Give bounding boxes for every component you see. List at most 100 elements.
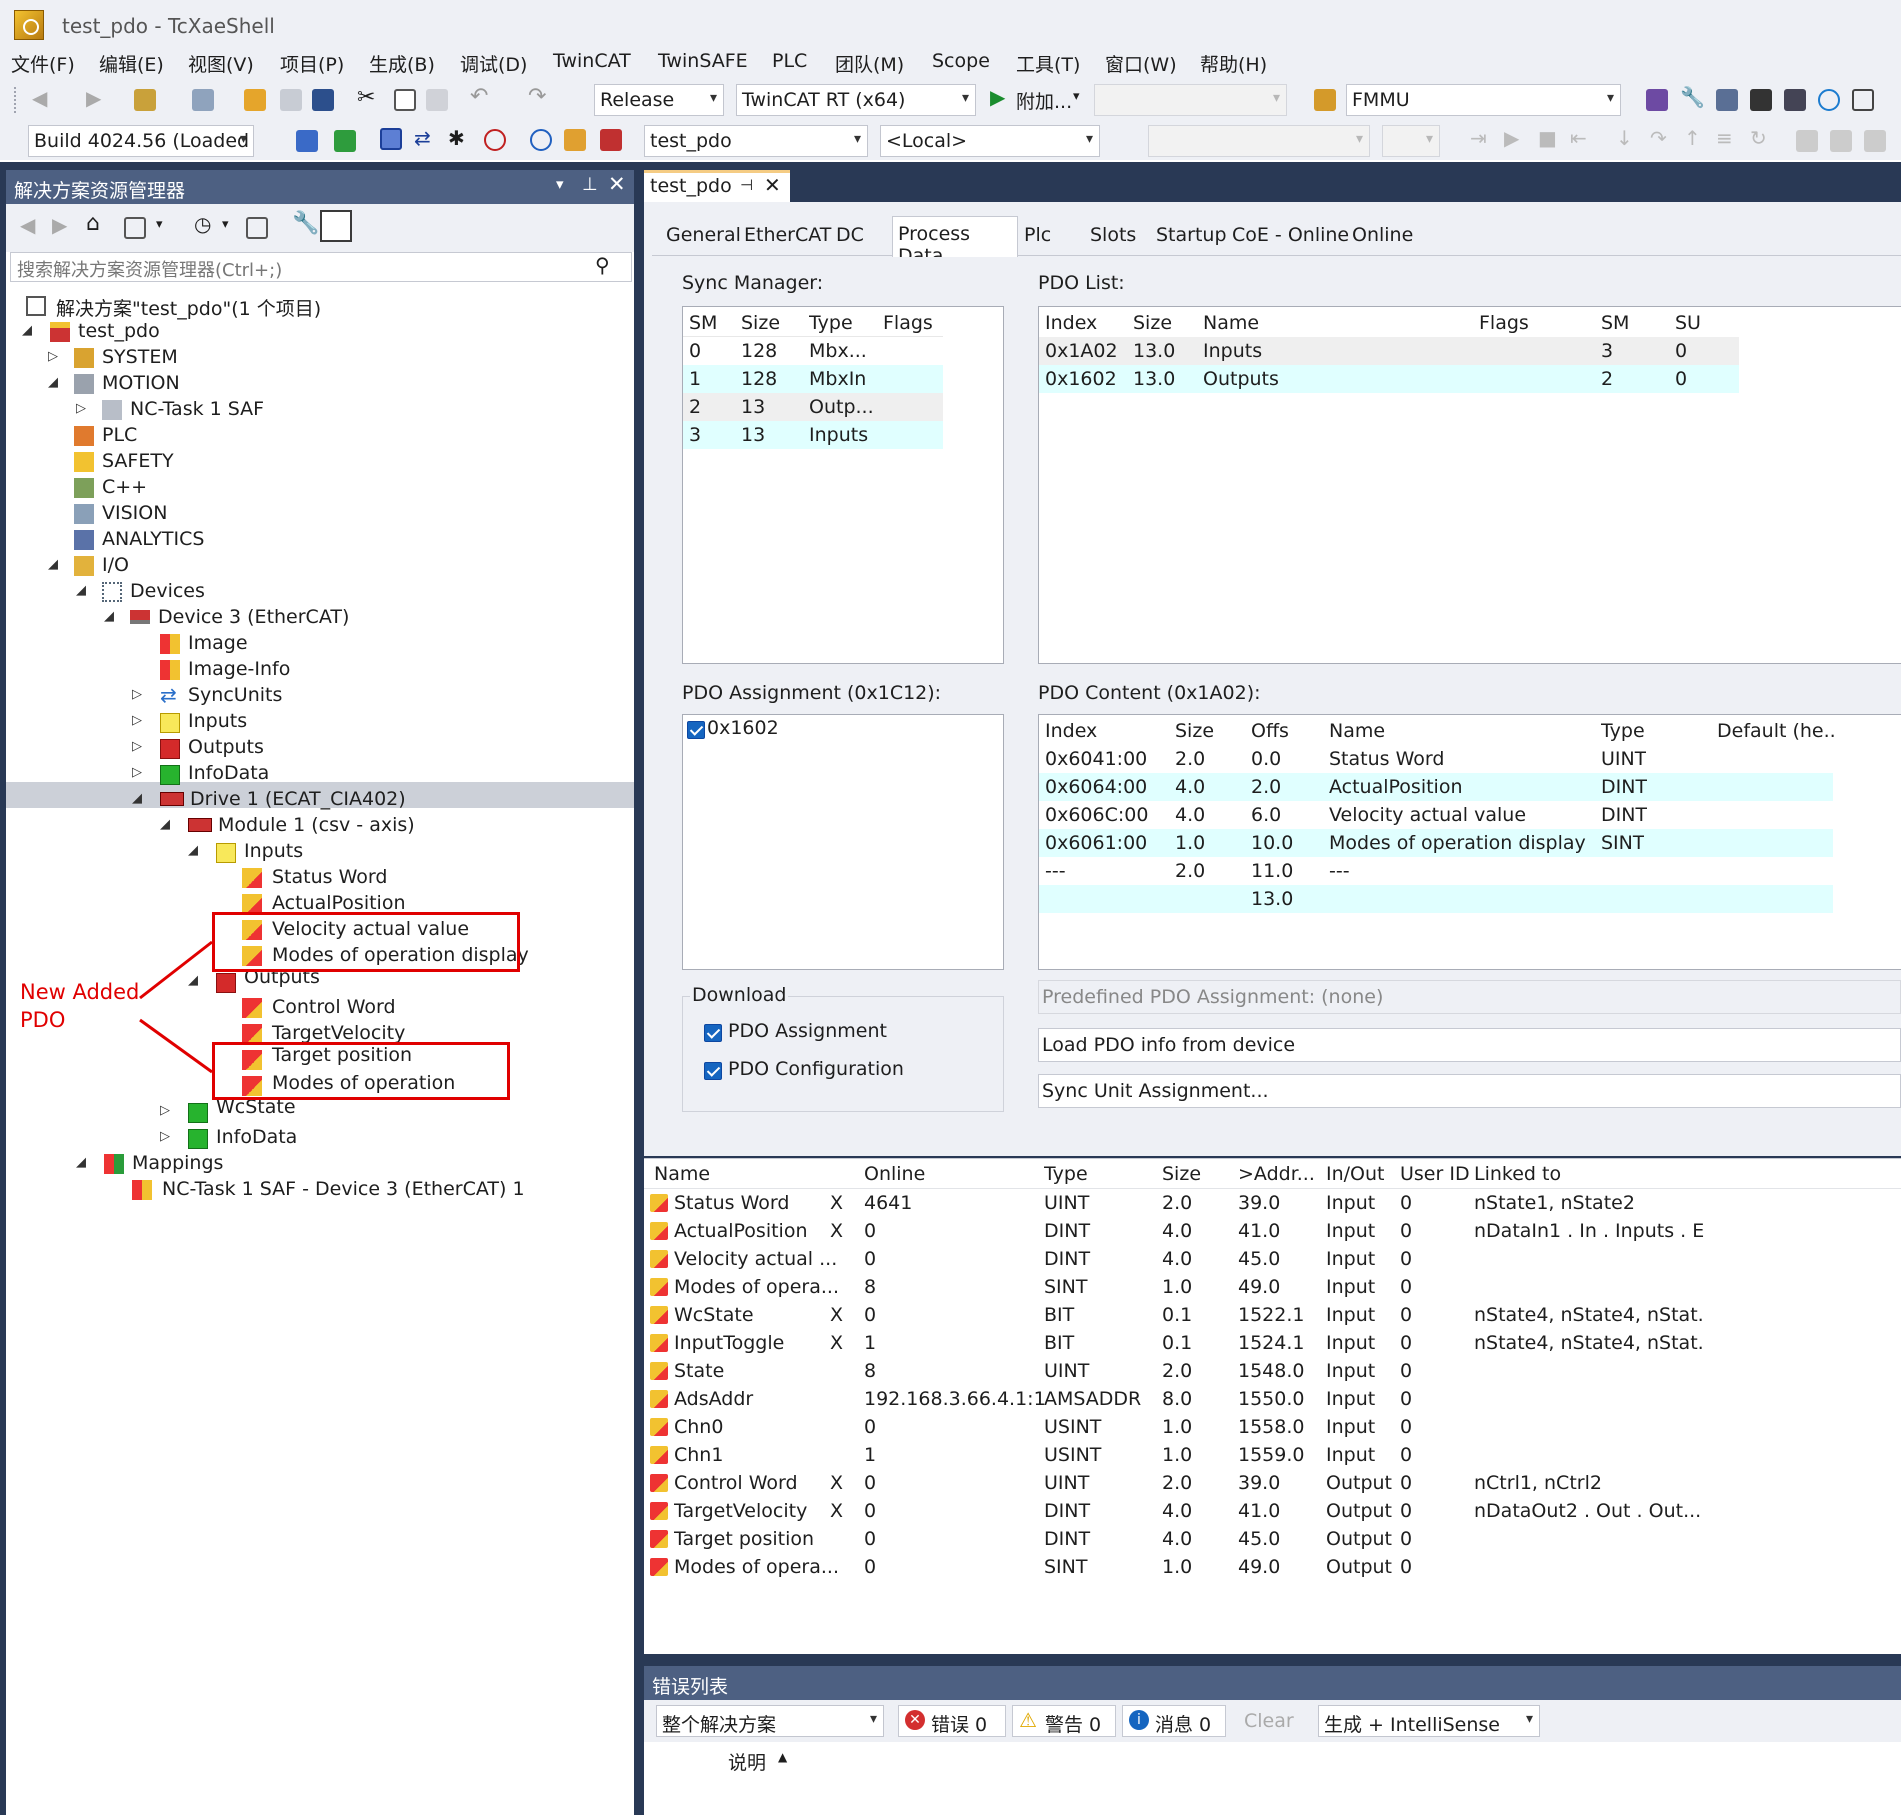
- menu-window[interactable]: 窗口(W): [1105, 50, 1177, 77]
- build-version-dropdown[interactable]: Build 4024.56 (Loaded: [28, 125, 254, 157]
- menu-view[interactable]: 视图(V): [188, 50, 254, 77]
- column-header[interactable]: In/Out: [1326, 1163, 1385, 1185]
- wrench-icon[interactable]: 🔧: [1680, 85, 1705, 109]
- menu-scope[interactable]: Scope: [932, 50, 990, 72]
- step-into-icon[interactable]: ↓: [1616, 126, 1633, 150]
- column-header[interactable]: Size: [741, 312, 780, 334]
- back-icon[interactable]: ◀: [32, 86, 47, 110]
- column-header[interactable]: SM: [689, 312, 717, 334]
- variable-row[interactable]: Modes of opera... 8 SINT 1.0 49.0 Input 0: [644, 1273, 1901, 1301]
- column-header[interactable]: Size: [1162, 1163, 1201, 1185]
- column-header[interactable]: Flags: [883, 312, 933, 334]
- menu-build[interactable]: 生成(B): [369, 50, 435, 77]
- description-column-header[interactable]: 说明: [728, 1748, 766, 1775]
- chevron-down-icon[interactable]: ▾: [1073, 89, 1080, 104]
- table-row[interactable]: 0x606C:00 4.0 6.0 Velocity actual value …: [1039, 801, 1833, 829]
- variable-row[interactable]: Control Word X 0 UINT 2.0 39.0 Output 0 nCtrl1, …: [644, 1469, 1901, 1497]
- tab-online[interactable]: Online: [1352, 224, 1413, 246]
- column-header[interactable]: Linked to: [1474, 1163, 1561, 1185]
- properties-icon[interactable]: [1716, 89, 1738, 111]
- tab-general[interactable]: General: [666, 224, 741, 246]
- column-header[interactable]: Default (he...: [1717, 720, 1837, 742]
- toolbox-icon[interactable]: [1750, 89, 1772, 111]
- variable-row[interactable]: AdsAddr 192.168.3.66.4.1:1... AMSADDR 8.0 15…: [644, 1385, 1901, 1413]
- show-online-data-icon[interactable]: [530, 129, 552, 151]
- menu-twinsafe[interactable]: TwinSAFE: [658, 50, 748, 72]
- build-filter-dropdown[interactable]: 生成 + IntelliSense: [1318, 1705, 1540, 1737]
- error-scope-dropdown[interactable]: 整个解决方案: [656, 1705, 884, 1737]
- copy-icon[interactable]: [394, 89, 416, 111]
- pdo-configuration-checkbox[interactable]: [704, 1062, 722, 1080]
- pdo-assignment-list[interactable]: 0x1602: [682, 714, 1004, 970]
- tab-ethercat[interactable]: EtherCAT: [744, 224, 831, 246]
- column-header[interactable]: Index: [1045, 720, 1097, 742]
- sync-unit-assignment-button[interactable]: Sync Unit Assignment...: [1038, 1074, 1901, 1108]
- table-row[interactable]: 1 128 MbxIn: [683, 365, 943, 393]
- pdo-assignment-checkbox-label[interactable]: PDO Assignment: [728, 1020, 887, 1042]
- menu-tools[interactable]: 工具(T): [1016, 50, 1080, 77]
- column-header[interactable]: Name: [1329, 720, 1385, 742]
- toggle-free-run-icon[interactable]: [484, 129, 506, 151]
- reload-devices-icon[interactable]: ⇄: [414, 126, 431, 150]
- menu-project[interactable]: 项目(P): [280, 50, 344, 77]
- predefined-pdo-dropdown[interactable]: Predefined PDO Assignment: (none): [1038, 980, 1901, 1014]
- table-row[interactable]: 0x6041:00 2.0 0.0 Status Word UINT: [1039, 745, 1833, 773]
- find-dropdown[interactable]: FMMU: [1346, 84, 1621, 116]
- logout-icon[interactable]: ⇤: [1570, 126, 1587, 150]
- variable-row[interactable]: Status Word X 4641 UINT 2.0 39.0 Input 0 nState1…: [644, 1189, 1901, 1217]
- show-sub-items-icon[interactable]: [564, 129, 586, 151]
- column-header[interactable]: Type: [1601, 720, 1645, 742]
- variable-row[interactable]: Velocity actual ... 0 DINT 4.0 45.0 Input 0: [644, 1245, 1901, 1273]
- library-icon[interactable]: [1796, 130, 1818, 152]
- column-header[interactable]: Size: [1133, 312, 1172, 334]
- close-icon[interactable]: ✕: [764, 173, 781, 197]
- pin-icon[interactable]: ⊣: [740, 176, 753, 194]
- pdo-content-list[interactable]: Index Size Offs Name Type Default (he...…: [1038, 714, 1901, 970]
- pdo-assign-item[interactable]: 0x1602: [707, 717, 779, 739]
- undo-icon[interactable]: ↶: [470, 84, 488, 109]
- pdo-configuration-checkbox-label[interactable]: PDO Configuration: [728, 1058, 904, 1080]
- open-folder-icon[interactable]: [244, 89, 266, 111]
- table-row[interactable]: 0 128 Mbx...: [683, 337, 943, 365]
- attach-button[interactable]: 附加...: [1016, 87, 1072, 114]
- config-mode-icon[interactable]: [380, 128, 402, 150]
- column-header[interactable]: Size: [1175, 720, 1214, 742]
- forward-icon[interactable]: ▶: [86, 86, 101, 110]
- tab-coe-online[interactable]: CoE - Online: [1232, 224, 1349, 246]
- activate-config-icon[interactable]: [296, 130, 318, 152]
- new-project-icon[interactable]: [134, 89, 156, 111]
- target-system-dropdown[interactable]: <Local>: [880, 125, 1100, 157]
- menu-file[interactable]: 文件(F): [11, 50, 75, 77]
- step-out-icon[interactable]: ↑: [1684, 126, 1701, 150]
- menu-edit[interactable]: 编辑(E): [99, 50, 164, 77]
- variable-row[interactable]: State 8 UINT 2.0 1548.0 Input 0: [644, 1357, 1901, 1385]
- variable-row[interactable]: Chn1 1 USINT 1.0 1559.0 Input 0: [644, 1441, 1901, 1469]
- tab-plc[interactable]: Plc: [1024, 224, 1051, 246]
- menu-twincat[interactable]: TwinCAT: [553, 50, 631, 72]
- project-dropdown[interactable]: test_pdo: [644, 125, 868, 157]
- plc-start-icon[interactable]: ▶: [1504, 126, 1519, 150]
- tab-startup[interactable]: Startup: [1156, 224, 1227, 246]
- table-row[interactable]: 3 13 Inputs: [683, 421, 943, 449]
- column-header[interactable]: Name: [654, 1163, 710, 1185]
- tab-slots[interactable]: Slots: [1090, 224, 1136, 246]
- platform-dropdown[interactable]: TwinCAT RT (x64): [736, 84, 976, 116]
- column-header[interactable]: Type: [809, 312, 853, 334]
- plc-stop-icon[interactable]: ■: [1538, 126, 1557, 150]
- pdo-assignment-checkbox[interactable]: [704, 1024, 722, 1042]
- variable-row[interactable]: TargetVelocity X 0 DINT 4.0 41.0 Output 0 nDataO…: [644, 1497, 1901, 1525]
- reset-icon[interactable]: ↻: [1750, 126, 1767, 150]
- table-row[interactable]: --- 2.0 11.0 ---: [1039, 857, 1833, 885]
- column-header[interactable]: SM: [1601, 312, 1629, 334]
- table-row[interactable]: 2 13 Outp...: [683, 393, 943, 421]
- variable-row[interactable]: Chn0 0 USINT 1.0 1558.0 Input 0: [644, 1413, 1901, 1441]
- variable-row[interactable]: ActualPosition X 0 DINT 4.0 41.0 Input 0 nDataIn…: [644, 1217, 1901, 1245]
- editor-tab[interactable]: test_pdo ⊣ ✕: [644, 170, 790, 202]
- pdo-assign-checkbox[interactable]: [687, 721, 705, 739]
- cut-icon[interactable]: ✂: [357, 85, 375, 110]
- menu-help[interactable]: 帮助(H): [1200, 50, 1267, 77]
- devices-list-icon[interactable]: [1830, 130, 1852, 152]
- errors-filter-button[interactable]: ✕ 错误 0: [898, 1705, 1006, 1737]
- table-row[interactable]: 0x6061:00 1.0 10.0 Modes of operation di…: [1039, 829, 1833, 857]
- table-row[interactable]: 13.0: [1039, 885, 1833, 913]
